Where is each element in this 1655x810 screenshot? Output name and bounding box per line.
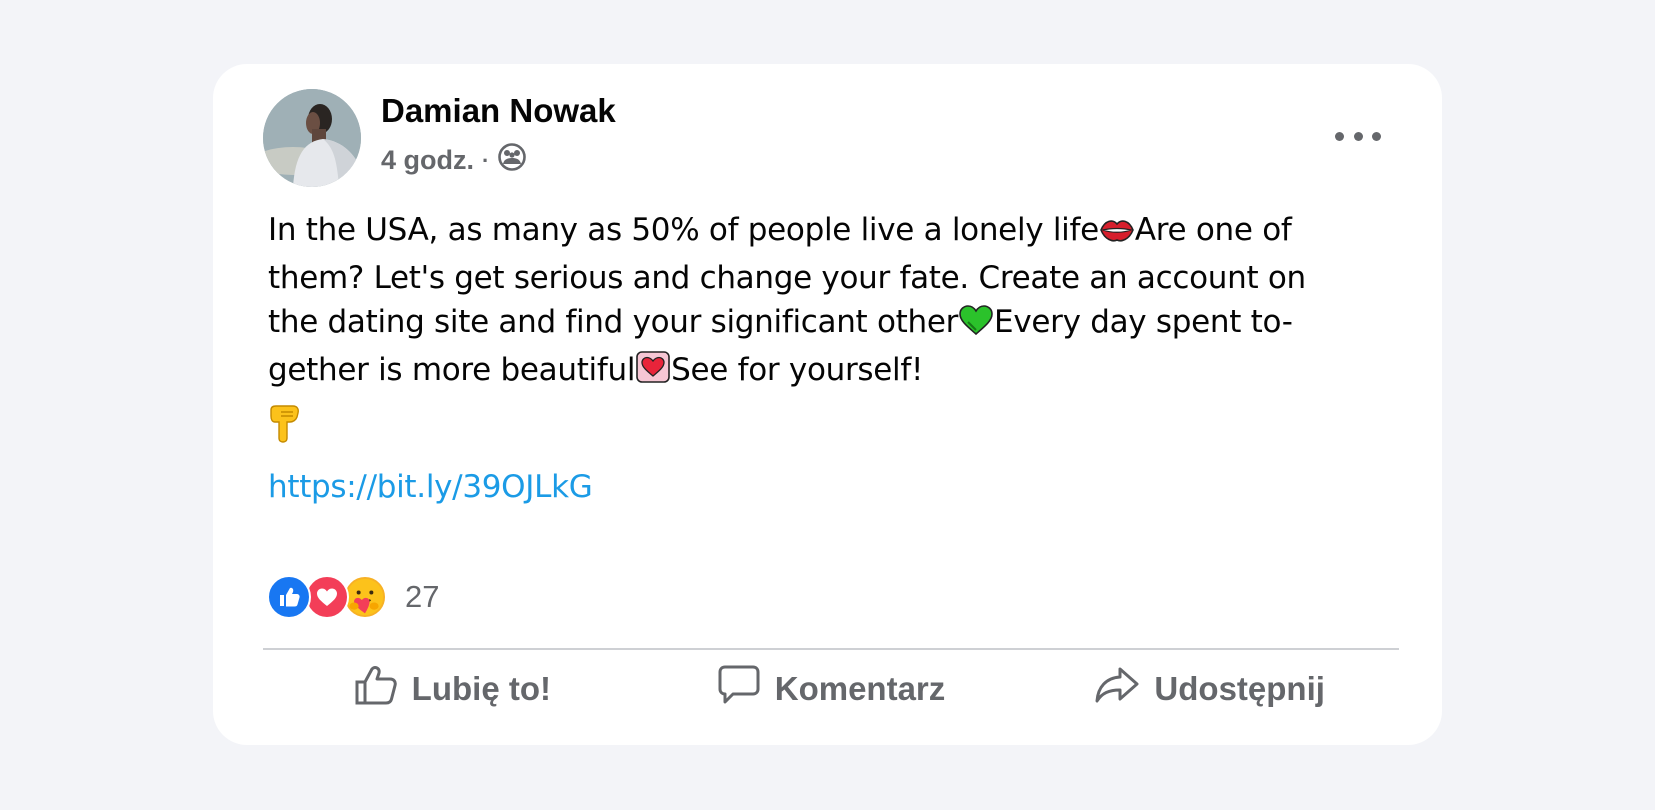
- post-text-segment: See for yourself!: [671, 352, 924, 388]
- share-label: Udostępnij: [1154, 670, 1325, 707]
- post-text: In the USA, as many as 50% of people liv…: [268, 208, 1388, 396]
- more-dot-icon: [1372, 131, 1381, 141]
- comment-bubble-icon: [717, 664, 761, 714]
- heart-decoration-icon: [635, 350, 671, 396]
- post-actions-bar: Lubię to! Komentarz Udostępnij: [263, 654, 1399, 724]
- thumbs-up-icon: [354, 664, 398, 714]
- author-avatar[interactable]: [263, 89, 361, 187]
- post-text-segment: In the USA, as many as 50% of people liv…: [268, 212, 1099, 248]
- author-name[interactable]: Damian Nowak: [381, 92, 616, 130]
- reactions-summary[interactable]: 27: [267, 575, 439, 619]
- post-text-segment: the dating site and find your significan…: [268, 304, 959, 340]
- actions-divider: [263, 648, 1399, 650]
- like-button[interactable]: Lubię to!: [263, 664, 642, 714]
- friends-group-icon[interactable]: [497, 142, 527, 179]
- post-time[interactable]: 4 godz.: [381, 145, 474, 176]
- love-reaction-icon: [305, 575, 349, 619]
- backhand-index-pointing-down-icon: [267, 404, 303, 448]
- like-reaction-icon: [267, 575, 311, 619]
- like-label: Lubię to!: [411, 670, 551, 707]
- share-arrow-icon: [1094, 665, 1140, 713]
- lips-icon: [1099, 212, 1135, 256]
- post-card: Damian Nowak 4 godz. · In the USA, as ma…: [213, 64, 1442, 745]
- post-link[interactable]: https://bit.ly/39OJLkG: [268, 469, 593, 505]
- more-dot-icon: [1353, 131, 1363, 141]
- post-text-segment: Every day spent to-: [994, 304, 1293, 340]
- post-text-segment: Are one of: [1134, 212, 1292, 248]
- share-button[interactable]: Udostępnij: [1020, 665, 1399, 713]
- green-heart-icon: [958, 304, 994, 348]
- reactions-count: 27: [405, 579, 440, 614]
- comment-label: Komentarz: [774, 670, 946, 707]
- more-dot-icon: [1335, 131, 1344, 141]
- care-reaction-icon: [343, 575, 387, 619]
- meta-separator: ·: [482, 147, 490, 173]
- post-text-segment: gether is more beautiful: [268, 352, 636, 388]
- post-text-segment: them? Let's get serious and change your …: [268, 260, 1306, 296]
- comment-button[interactable]: Komentarz: [642, 664, 1021, 714]
- post-meta: 4 godz. ·: [381, 142, 527, 179]
- more-options-button[interactable]: [1335, 124, 1381, 148]
